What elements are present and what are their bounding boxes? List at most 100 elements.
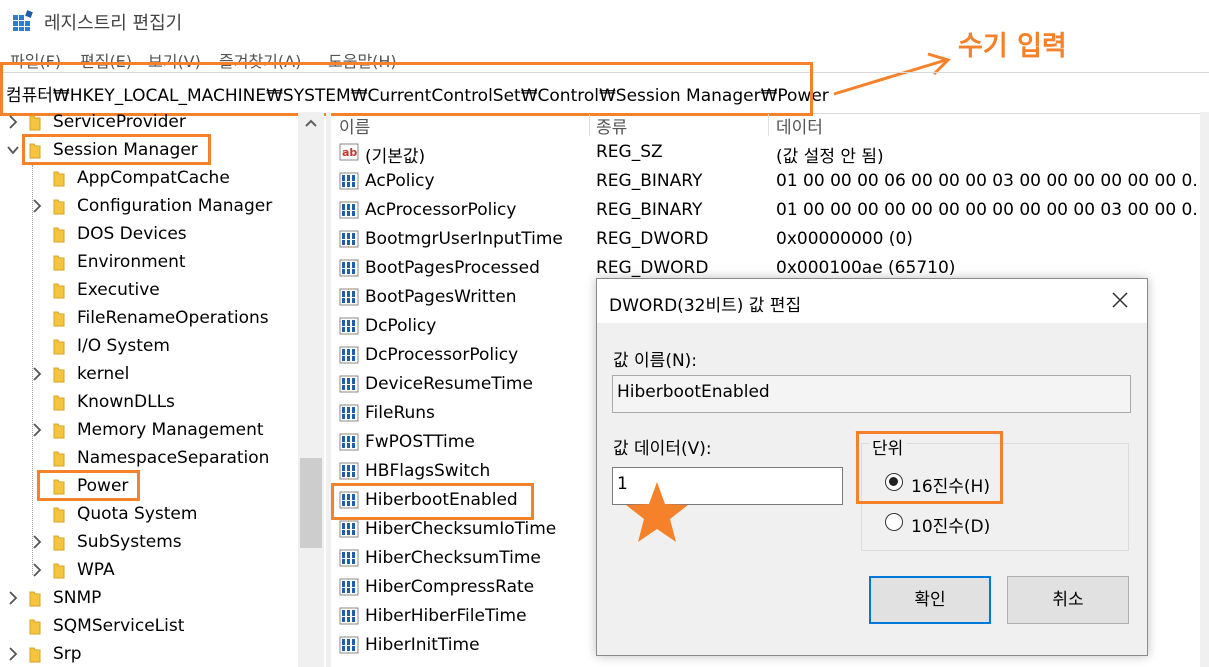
folder-icon <box>53 563 65 579</box>
registry-editor-icon <box>13 10 33 31</box>
tree-item-label: WPA <box>77 560 115 580</box>
tree-scrollbar[interactable] <box>298 112 324 667</box>
cell-name: HiberInitTime <box>365 635 480 655</box>
folder-icon <box>53 311 65 327</box>
column-data-header[interactable]: 데이터 <box>776 113 823 138</box>
tree-item[interactable]: NamespaceSeparation <box>0 445 300 473</box>
cell-type: REG_SZ <box>596 142 663 162</box>
dec-radio-label[interactable]: 10진수(D) <box>911 512 990 537</box>
folder-icon <box>29 647 41 663</box>
tree-item-label: ServiceProvider <box>53 112 186 132</box>
hiberboot-highlight-box <box>331 483 534 520</box>
folder-icon <box>53 423 65 439</box>
tree-item[interactable]: Environment <box>0 249 300 277</box>
tree-item-label: I/O System <box>77 336 170 356</box>
value-data-label: 값 데이터(V): <box>613 439 712 459</box>
key-tree: ServiceProvider Session Manager AppCompatC… <box>0 112 326 667</box>
cell-name: FwPOSTTime <box>365 432 475 452</box>
folder-icon <box>53 199 65 215</box>
tree-item-label: NamespaceSeparation <box>77 448 270 468</box>
tree-item[interactable]: Executive <box>0 277 300 305</box>
cell-name: BootPagesProcessed <box>365 258 540 278</box>
table-row[interactable]: ab (기본값) REG_SZ (값 설정 안 됨) <box>331 138 1201 167</box>
column-separator[interactable] <box>768 114 769 136</box>
binary-value-icon <box>339 259 359 277</box>
chevron-right-icon[interactable] <box>30 421 44 439</box>
binary-value-icon <box>339 578 359 596</box>
tree-item-label: kernel <box>77 364 130 384</box>
binary-value-icon <box>339 288 359 306</box>
string-value-icon: ab <box>339 143 359 161</box>
table-row[interactable]: AcProcessorPolicy REG_BINARY 01 00 00 00 0… <box>331 196 1201 225</box>
dialog-title-bar: DWORD(32비트) 값 편집 <box>597 279 1147 323</box>
folder-icon <box>53 255 65 271</box>
tree-item[interactable]: KnownDLLs <box>0 389 300 417</box>
tree-item[interactable]: Memory Management <box>0 417 300 445</box>
tree-item[interactable]: FileRenameOperations <box>0 305 300 333</box>
tree-item[interactable]: SubSystems <box>0 529 300 557</box>
tree-item[interactable]: SNMP <box>0 585 300 613</box>
table-row[interactable]: BootmgrUserInputTime REG_DWORD 0x00000000 … <box>331 225 1201 254</box>
chevron-right-icon[interactable] <box>30 197 44 215</box>
tree-item-label: FileRenameOperations <box>77 308 269 328</box>
dec-radio[interactable] <box>885 513 903 531</box>
cell-name: AcPolicy <box>365 171 435 191</box>
cell-type: REG_BINARY <box>596 171 703 191</box>
binary-value-icon <box>339 549 359 567</box>
cell-name: DeviceResumeTime <box>365 374 533 394</box>
folder-icon <box>29 115 41 131</box>
scroll-up-icon[interactable] <box>304 118 318 128</box>
tree-item[interactable]: Srp <box>0 641 300 667</box>
tree-item[interactable]: Configuration Manager <box>0 193 300 221</box>
chevron-right-icon[interactable] <box>6 113 20 131</box>
chevron-down-icon[interactable] <box>6 141 20 159</box>
column-separator[interactable] <box>589 114 590 136</box>
cell-type: REG_BINARY <box>596 200 703 220</box>
tree-item[interactable]: I/O System <box>0 333 300 361</box>
cell-name: BootmgrUserInputTime <box>365 229 563 249</box>
list-scrollbar[interactable] <box>1200 112 1209 667</box>
binary-value-icon <box>339 462 359 480</box>
tree-item[interactable]: kernel <box>0 361 300 389</box>
cell-name: HBFlagsSwitch <box>365 461 491 481</box>
tree-item[interactable]: WPA <box>0 557 300 585</box>
chevron-right-icon[interactable] <box>30 533 44 551</box>
session-manager-highlight-box <box>22 134 211 165</box>
tree-item-label: KnownDLLs <box>77 392 175 412</box>
tree-item-label: Environment <box>77 252 186 272</box>
tree-item[interactable]: DOS Devices <box>0 221 300 249</box>
address-highlight-box <box>0 62 813 116</box>
tree-item-label: DOS Devices <box>77 224 187 244</box>
cell-name: HiberChecksumTime <box>365 548 541 568</box>
cell-data: 01 00 00 00 00 00 00 00 00 00 00 00 03 0… <box>776 200 1196 220</box>
tree-item-label: Quota System <box>77 504 198 524</box>
table-row[interactable]: AcPolicy REG_BINARY 01 00 00 00 06 00 00 0… <box>331 167 1201 196</box>
folder-icon <box>29 619 41 635</box>
column-type-header[interactable]: 종류 <box>596 113 627 138</box>
binary-value-icon <box>339 404 359 422</box>
cell-data: 01 00 00 00 06 00 00 00 03 00 00 00 00 0… <box>776 171 1196 191</box>
tree-item[interactable]: AppCompatCache <box>0 165 300 193</box>
value-name-field[interactable]: HiberbootEnabled <box>612 375 1131 413</box>
binary-value-icon <box>339 172 359 190</box>
cell-data: (값 설정 안 됨) <box>776 147 884 167</box>
column-name-header[interactable]: 이름 <box>339 113 370 138</box>
close-icon[interactable] <box>1109 289 1131 311</box>
tree-item-label: Memory Management <box>77 420 264 440</box>
chevron-right-icon[interactable] <box>6 645 20 663</box>
ok-button[interactable]: 확인 <box>869 576 991 624</box>
chevron-right-icon[interactable] <box>30 561 44 579</box>
chevron-right-icon[interactable] <box>6 589 20 607</box>
cancel-button[interactable]: 취소 <box>1007 576 1129 624</box>
tree-item[interactable]: Quota System <box>0 501 300 529</box>
chevron-right-icon[interactable] <box>30 365 44 383</box>
folder-icon <box>53 339 65 355</box>
cell-name: BootPagesWritten <box>365 287 517 307</box>
cell-data: 0x000100ae (65710) <box>776 258 956 278</box>
tree-item-label: AppCompatCache <box>77 168 230 188</box>
tree-scroll-thumb[interactable] <box>300 458 322 548</box>
tree-item[interactable]: SQMServiceList <box>0 613 300 641</box>
tree-item-label: SubSystems <box>77 532 182 552</box>
annotation-label: 수기 입력 <box>958 31 1067 62</box>
star-icon <box>626 482 688 542</box>
